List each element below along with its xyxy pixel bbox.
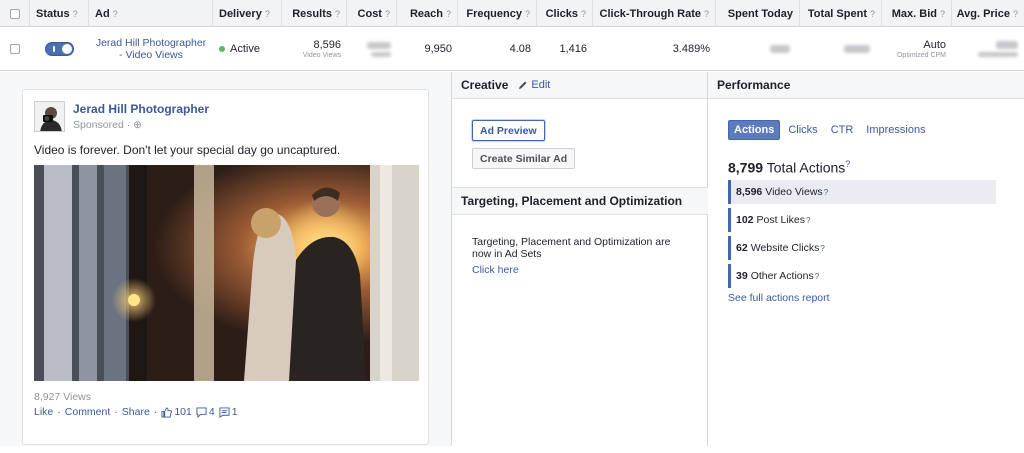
table-header: Status? Ad? Delivery? Results? Cost? Rea… bbox=[0, 0, 1024, 27]
page-name-link[interactable]: Jerad Hill Photographer bbox=[73, 102, 209, 116]
targeting-notice: Targeting, Placement and Optimization ar… bbox=[472, 236, 671, 260]
help-icon[interactable]: ? bbox=[824, 188, 828, 197]
help-icon[interactable]: ? bbox=[704, 9, 709, 19]
help-icon[interactable]: ? bbox=[446, 9, 451, 19]
help-icon[interactable]: ? bbox=[385, 9, 390, 19]
comment-icon bbox=[196, 406, 207, 418]
ad-name-link[interactable]: Jerad Hill Photographer - Video Views bbox=[89, 27, 213, 71]
tab-ctr[interactable]: CTR bbox=[826, 121, 859, 139]
share-icon bbox=[219, 406, 230, 418]
post-actions: Like · Comment · Share · 101 4 1 bbox=[34, 406, 238, 418]
post-text: Video is forever. Don't let your special… bbox=[34, 143, 341, 157]
comment-link[interactable]: Comment bbox=[65, 406, 111, 418]
column-header-clicks[interactable]: Clicks? bbox=[537, 0, 593, 27]
create-similar-ad-button[interactable]: Create Similar Ad bbox=[472, 148, 576, 169]
targeting-click-here-link[interactable]: Click here bbox=[472, 264, 519, 276]
column-header-spent-today[interactable]: Spent Today bbox=[716, 0, 800, 27]
comments-count[interactable]: 4 bbox=[196, 406, 215, 418]
reach-cell: 9,950 bbox=[424, 43, 452, 55]
column-header-avg-price[interactable]: Avg. Price? bbox=[952, 0, 1024, 27]
help-icon[interactable]: ? bbox=[940, 9, 945, 19]
max-bid-cell: Auto Optimized CPM bbox=[896, 39, 946, 59]
sponsored-label: Sponsored · ⊕ bbox=[73, 119, 142, 131]
like-link[interactable]: Like bbox=[34, 406, 53, 418]
help-icon[interactable]: ? bbox=[820, 244, 824, 253]
column-header-delivery[interactable]: Delivery? bbox=[213, 0, 282, 27]
shares-count[interactable]: 1 bbox=[219, 406, 238, 418]
total-spent-cell-redacted bbox=[800, 27, 882, 71]
ad-detail-panels: Jerad Hill Photographer Sponsored · ⊕ Vi… bbox=[0, 72, 1024, 446]
globe-icon: ⊕ bbox=[133, 119, 142, 131]
ad-preview-panel: Jerad Hill Photographer Sponsored · ⊕ Vi… bbox=[0, 72, 452, 446]
delivery-status: Active bbox=[213, 27, 282, 71]
action-item-other-actions[interactable]: 39 Other Actions? bbox=[728, 264, 996, 288]
thumbs-up-icon bbox=[161, 406, 173, 418]
results-cell: 8,596 Video Views bbox=[302, 39, 341, 59]
help-icon[interactable]: ? bbox=[581, 9, 586, 19]
action-item-video-views[interactable]: 8,596 Video Views? bbox=[728, 180, 996, 204]
video-view-count: 8,927 Views bbox=[34, 391, 92, 403]
avg-price-cell-redacted bbox=[952, 27, 1024, 71]
targeting-section-header: Targeting, Placement and Optimization bbox=[452, 187, 708, 215]
help-icon[interactable]: ? bbox=[806, 216, 810, 225]
pencil-icon bbox=[519, 81, 527, 89]
performance-panel: Performance Actions Clicks CTR Impressio… bbox=[708, 72, 1024, 446]
column-header-ctr[interactable]: Click-Through Rate? bbox=[593, 0, 716, 27]
tab-clicks[interactable]: Clicks bbox=[783, 121, 822, 139]
select-all-checkbox[interactable] bbox=[0, 0, 30, 27]
clicks-cell: 1,416 bbox=[559, 43, 587, 55]
help-icon[interactable]: ? bbox=[1013, 9, 1018, 19]
ad-preview-button[interactable]: Ad Preview bbox=[472, 120, 545, 141]
column-header-frequency[interactable]: Frequency? bbox=[458, 0, 537, 27]
column-header-max-bid[interactable]: Max. Bid? bbox=[882, 0, 952, 27]
action-item-website-clicks[interactable]: 62 Website Clicks? bbox=[728, 236, 996, 260]
tab-impressions[interactable]: Impressions bbox=[861, 121, 930, 139]
ad-preview-card: Jerad Hill Photographer Sponsored · ⊕ Vi… bbox=[22, 89, 429, 445]
creative-header: Creative Edit bbox=[452, 72, 707, 99]
help-icon[interactable]: ? bbox=[845, 159, 850, 169]
status-toggle[interactable] bbox=[30, 27, 89, 71]
column-header-cost[interactable]: Cost? bbox=[347, 0, 397, 27]
cost-cell-redacted bbox=[347, 27, 397, 71]
column-header-ad[interactable]: Ad? bbox=[89, 0, 213, 27]
performance-header: Performance bbox=[708, 72, 1024, 99]
help-icon[interactable]: ? bbox=[73, 9, 78, 19]
total-actions: 8,799 Total Actions? bbox=[728, 159, 851, 176]
help-icon[interactable]: ? bbox=[265, 9, 270, 19]
edit-creative-link[interactable]: Edit bbox=[518, 79, 550, 91]
row-checkbox[interactable] bbox=[0, 27, 30, 71]
column-header-total-spent[interactable]: Total Spent? bbox=[800, 0, 882, 27]
creative-panel: Creative Edit Ad Preview Create Similar … bbox=[452, 72, 708, 446]
action-item-post-likes[interactable]: 102 Post Likes? bbox=[728, 208, 996, 232]
help-icon[interactable]: ? bbox=[525, 9, 530, 19]
ctr-cell: 3.489% bbox=[672, 43, 710, 55]
column-header-status[interactable]: Status? bbox=[30, 0, 89, 27]
likes-count[interactable]: 101 bbox=[161, 406, 192, 418]
table-row[interactable]: Jerad Hill Photographer - Video Views Ac… bbox=[0, 27, 1024, 71]
column-header-reach[interactable]: Reach? bbox=[397, 0, 458, 27]
frequency-cell: 4.08 bbox=[509, 43, 531, 55]
help-icon[interactable]: ? bbox=[870, 9, 875, 19]
help-icon[interactable]: ? bbox=[113, 9, 118, 19]
help-icon[interactable]: ? bbox=[815, 272, 819, 281]
spent-today-cell-redacted bbox=[716, 27, 800, 71]
share-link[interactable]: Share bbox=[122, 406, 150, 418]
active-dot-icon bbox=[219, 46, 225, 52]
tab-actions[interactable]: Actions bbox=[728, 120, 781, 140]
column-header-results[interactable]: Results? bbox=[282, 0, 347, 27]
avatar[interactable] bbox=[34, 101, 65, 132]
performance-tabs: Actions Clicks CTR Impressions bbox=[728, 120, 934, 140]
help-icon[interactable]: ? bbox=[335, 9, 340, 19]
full-actions-report-link[interactable]: See full actions report bbox=[728, 292, 830, 304]
video-thumbnail[interactable] bbox=[34, 165, 419, 381]
